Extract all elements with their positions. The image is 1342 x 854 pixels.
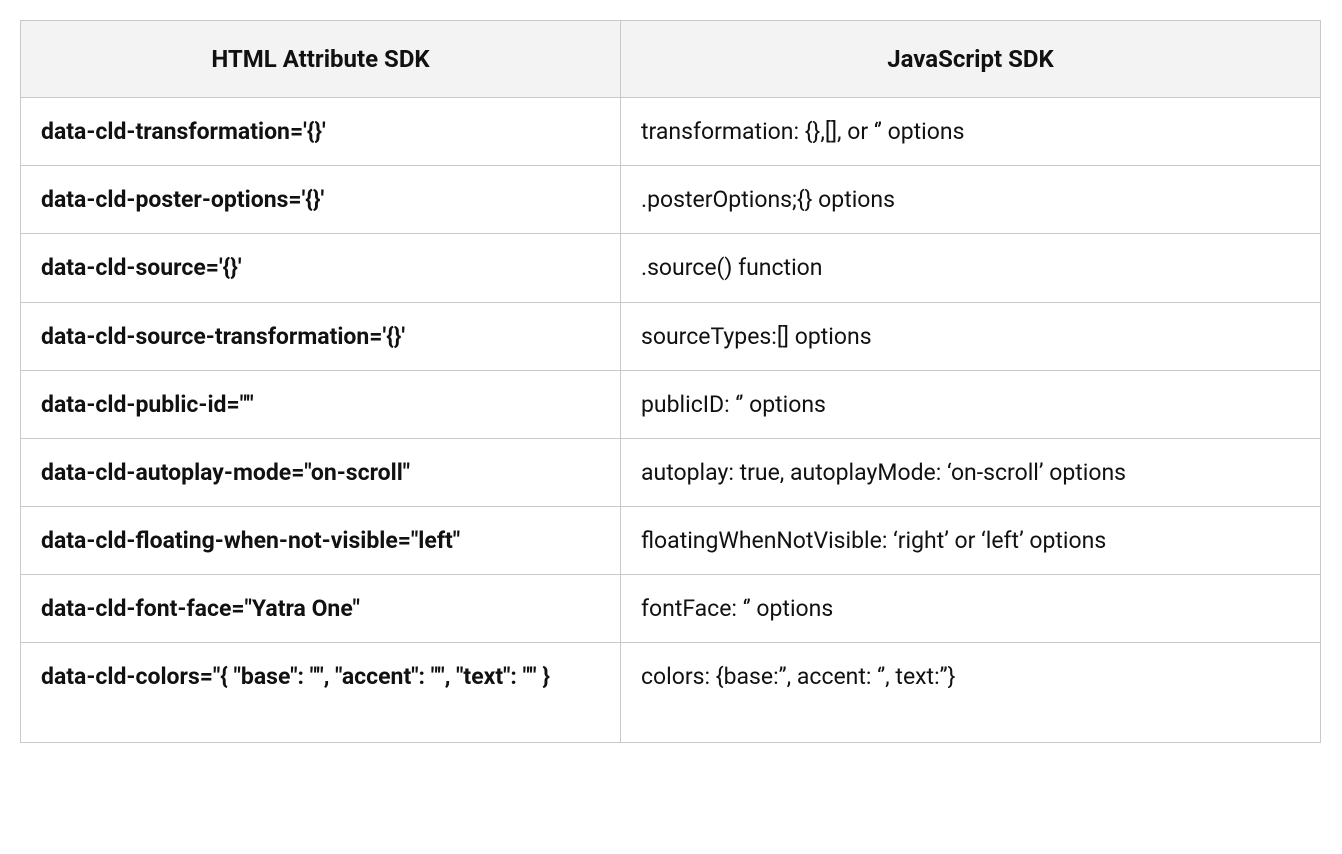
table-row: data-cld-transformation='{}' transformat… xyxy=(21,98,1321,166)
cell-js: sourceTypes:[] options xyxy=(621,302,1321,370)
table-row: data-cld-public-id="" publicID: ‘’ optio… xyxy=(21,370,1321,438)
table-row: data-cld-floating-when-not-visible="left… xyxy=(21,506,1321,574)
table-row: data-cld-font-face="Yatra One" fontFace:… xyxy=(21,574,1321,642)
table-row: data-cld-autoplay-mode="on-scroll" autop… xyxy=(21,438,1321,506)
cell-html-attr: data-cld-autoplay-mode="on-scroll" xyxy=(21,438,621,506)
table-row: data-cld-poster-options='{}' .posterOpti… xyxy=(21,166,1321,234)
cell-js: publicID: ‘’ options xyxy=(621,370,1321,438)
cell-js: autoplay: true, autoplayMode: ‘on-scroll… xyxy=(621,438,1321,506)
cell-html-attr: data-cld-public-id="" xyxy=(21,370,621,438)
cell-html-attr: data-cld-font-face="Yatra One" xyxy=(21,574,621,642)
cell-html-attr: data-cld-source-transformation='{}' xyxy=(21,302,621,370)
cell-html-attr: data-cld-transformation='{}' xyxy=(21,98,621,166)
cell-html-attr: data-cld-poster-options='{}' xyxy=(21,166,621,234)
cell-html-attr: data-cld-floating-when-not-visible="left… xyxy=(21,506,621,574)
cell-js: .posterOptions;{} options xyxy=(621,166,1321,234)
table-header-row: HTML Attribute SDK JavaScript SDK xyxy=(21,21,1321,98)
cell-js: fontFace: ‘’ options xyxy=(621,574,1321,642)
table-row: data-cld-source-transformation='{}' sour… xyxy=(21,302,1321,370)
table-row: data-cld-source='{}' .source() function xyxy=(21,234,1321,302)
cell-js: colors: {base:’’, accent: ‘’, text:’’} xyxy=(621,642,1321,742)
cell-js: transformation: {},[], or ‘’ options xyxy=(621,98,1321,166)
cell-js: floatingWhenNotVisible: ‘right’ or ‘left… xyxy=(621,506,1321,574)
header-javascript-sdk: JavaScript SDK xyxy=(621,21,1321,98)
header-html-attribute-sdk: HTML Attribute SDK xyxy=(21,21,621,98)
table-row: data-cld-colors="{ "base": "", "accent":… xyxy=(21,642,1321,742)
sdk-comparison-table: HTML Attribute SDK JavaScript SDK data-c… xyxy=(20,20,1321,743)
cell-js: .source() function xyxy=(621,234,1321,302)
cell-html-attr: data-cld-source='{}' xyxy=(21,234,621,302)
cell-html-attr: data-cld-colors="{ "base": "", "accent":… xyxy=(21,642,621,742)
